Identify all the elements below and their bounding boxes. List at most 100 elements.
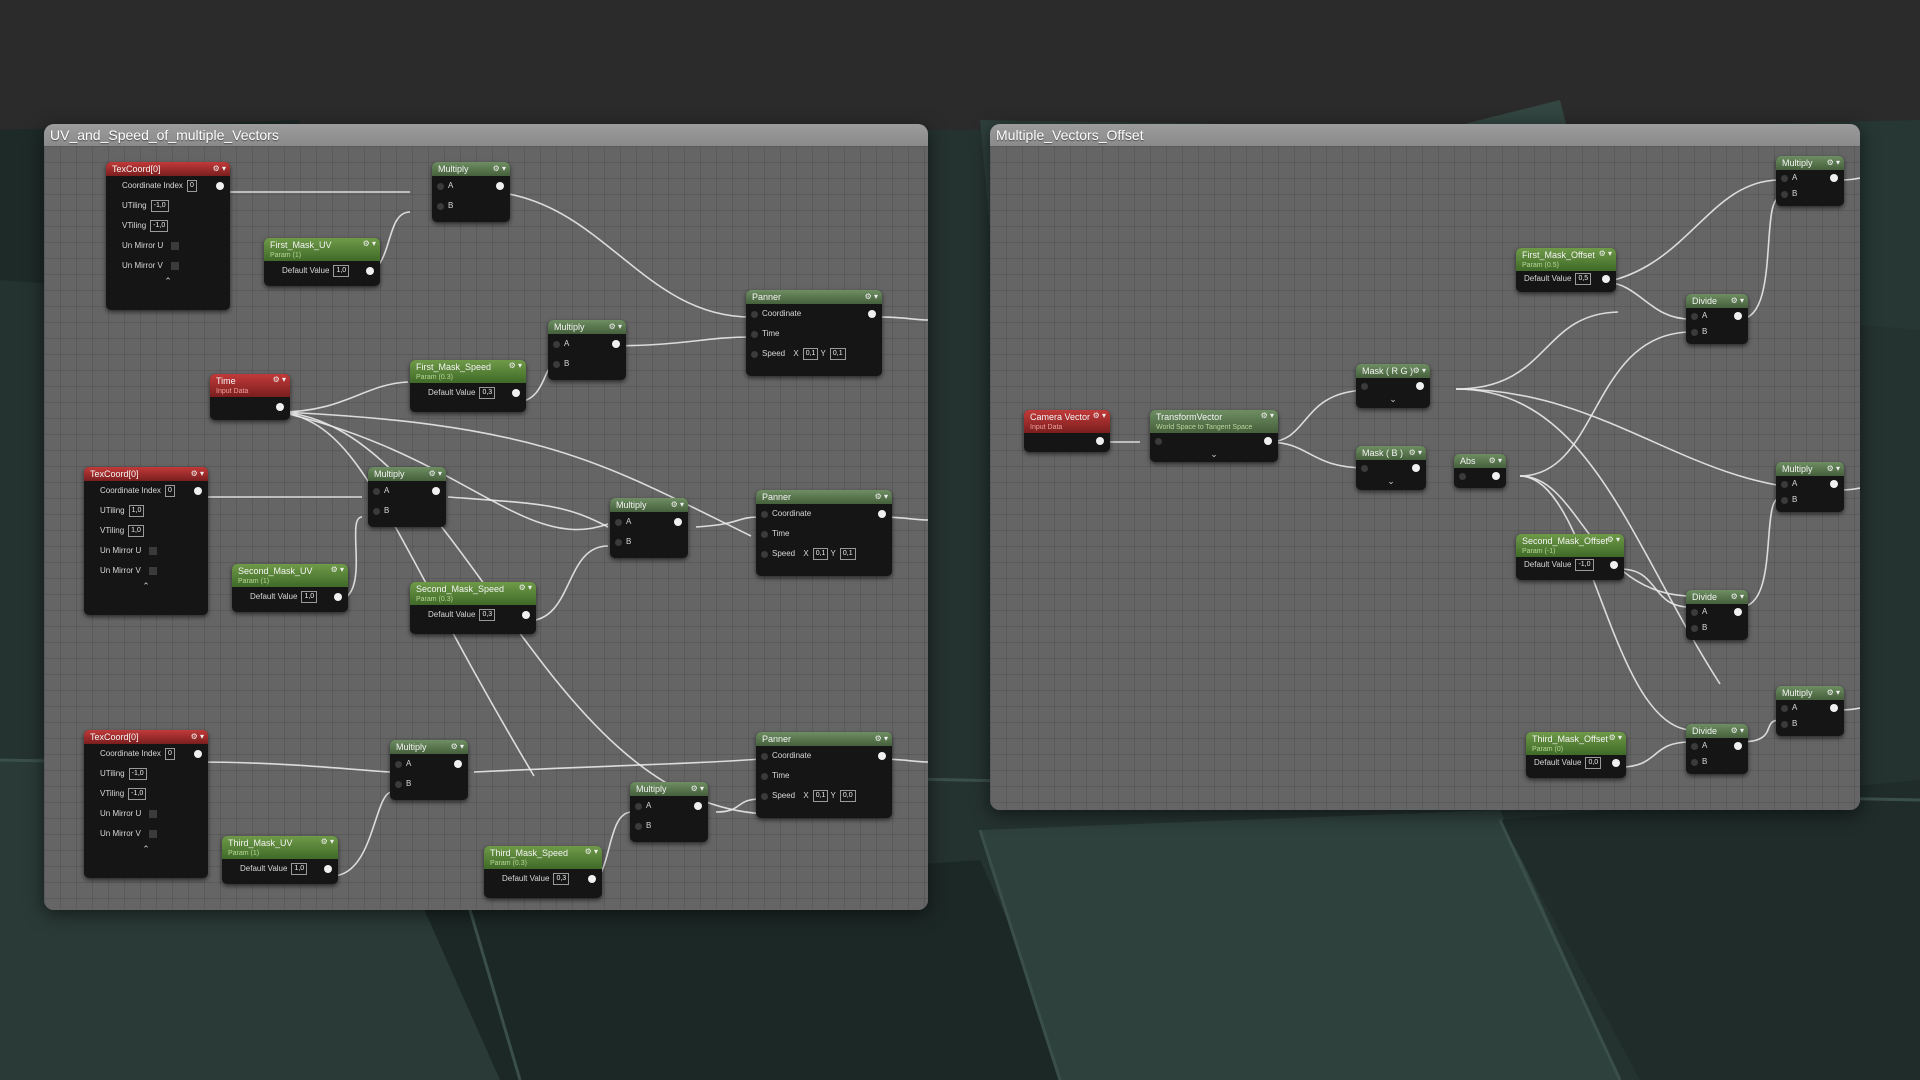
input-pin-b[interactable] (1781, 720, 1788, 728)
output-pin[interactable] (1096, 437, 1104, 445)
input-pin-b[interactable] (373, 507, 380, 515)
multiply-node-3[interactable]: Multiply ⚙ ▾ A B (368, 467, 446, 527)
time-node-header[interactable]: Time Input Data ⚙ ▾ (210, 374, 290, 397)
output-pin[interactable] (1612, 759, 1620, 767)
multiply-node-3-header[interactable]: Multiply ⚙ ▾ (368, 467, 446, 481)
multiply-node-1-header[interactable]: Multiply ⚙ ▾ (432, 162, 510, 176)
coordinate-index-field[interactable]: 0 (164, 484, 175, 497)
output-pin[interactable] (432, 487, 440, 495)
node-options-icon[interactable]: ⚙ ▾ (429, 467, 442, 481)
time-node[interactable]: Time Input Data ⚙ ▾ (210, 374, 290, 420)
un-mirror-u-checkbox[interactable] (149, 546, 158, 555)
output-pin[interactable] (366, 267, 374, 275)
input-pin-a[interactable] (635, 802, 642, 810)
utiling-field[interactable]: -1,0 (128, 767, 147, 780)
output-pin[interactable] (1412, 464, 1420, 472)
offset-multiply-node-3[interactable]: Multiply ⚙ ▾ A B (1776, 686, 1844, 736)
node-options-icon[interactable]: ⚙ ▾ (1731, 724, 1744, 738)
third-mask-uv-node[interactable]: Third_Mask_UV Param (1) ⚙ ▾ Default Value 1… (222, 836, 338, 884)
input-pin-b[interactable] (1781, 496, 1788, 504)
output-pin[interactable] (1416, 382, 1424, 390)
node-options-icon[interactable]: ⚙ ▾ (865, 290, 878, 304)
default-value-field[interactable]: 1,0 (333, 264, 350, 277)
input-pin[interactable] (1361, 382, 1368, 390)
output-pin[interactable] (216, 182, 224, 190)
first-mask-uv-header[interactable]: First_Mask_UV Param (1) ⚙ ▾ (264, 238, 380, 261)
panner-node-2-header[interactable]: Panner ⚙ ▾ (756, 490, 892, 504)
output-pin[interactable] (868, 310, 876, 318)
input-pin[interactable] (1459, 472, 1466, 480)
node-options-icon[interactable]: ⚙ ▾ (519, 582, 532, 594)
speed-x-field[interactable]: 0,1 (812, 547, 829, 560)
first-mask-speed-node[interactable]: First_Mask_Speed Param (0.3) ⚙ ▾ Default V… (410, 360, 526, 412)
transform-vector-node[interactable]: TransformVector World Space to Tangent Sp… (1150, 410, 1278, 462)
camera-vector-header[interactable]: Camera Vector Input Data ⚙ ▾ (1024, 410, 1110, 433)
node-options-icon[interactable]: ⚙ ▾ (691, 782, 704, 796)
output-pin[interactable] (588, 875, 596, 883)
node-options-icon[interactable]: ⚙ ▾ (1489, 454, 1502, 468)
node-options-icon[interactable]: ⚙ ▾ (1827, 462, 1840, 476)
second-mask-uv-node[interactable]: Second_Mask_UV Param (1) ⚙ ▾ Default Value… (232, 564, 348, 612)
node-options-icon[interactable]: ⚙ ▾ (1599, 248, 1612, 260)
transform-vector-header[interactable]: TransformVector World Space to Tangent Sp… (1150, 410, 1278, 433)
node-options-icon[interactable]: ⚙ ▾ (875, 490, 888, 504)
multiply-node-4[interactable]: Multiply ⚙ ▾ A B (610, 498, 688, 558)
second-mask-uv-header[interactable]: Second_Mask_UV Param (1) ⚙ ▾ (232, 564, 348, 587)
texcoord-node-3[interactable]: TexCoord[0] ⚙ ▾ Coordinate Index 0 UTiling… (84, 730, 208, 878)
node-options-icon[interactable]: ⚙ ▾ (363, 238, 376, 250)
un-mirror-u-checkbox[interactable] (149, 809, 158, 818)
speed-x-field[interactable]: 0,1 (812, 789, 829, 802)
node-options-icon[interactable]: ⚙ ▾ (321, 836, 334, 848)
panner-node-1[interactable]: Panner ⚙ ▾ Coordinate Time Speed X 0,1 Y 0,… (746, 290, 882, 376)
mask-rg-node[interactable]: Mask ( R G ) ⚙ ▾ ⌄ (1356, 364, 1430, 408)
node-options-icon[interactable]: ⚙ ▾ (191, 730, 204, 744)
coordinate-pin[interactable] (761, 510, 768, 518)
input-pin-b[interactable] (437, 202, 444, 210)
input-pin-a[interactable] (1781, 480, 1788, 488)
node-options-icon[interactable]: ⚙ ▾ (1409, 446, 1422, 460)
multiply-node-5-header[interactable]: Multiply ⚙ ▾ (390, 740, 468, 754)
divide-node-2-header[interactable]: Divide ⚙ ▾ (1686, 590, 1748, 604)
offset-multiply-node-2-header[interactable]: Multiply ⚙ ▾ (1776, 462, 1844, 476)
multiply-node-1[interactable]: Multiply ⚙ ▾ A B (432, 162, 510, 222)
speed-pin[interactable] (761, 550, 768, 558)
vtiling-field[interactable]: -1,0 (128, 787, 147, 800)
node-options-icon[interactable]: ⚙ ▾ (1093, 410, 1106, 422)
offset-multiply-node-3-header[interactable]: Multiply ⚙ ▾ (1776, 686, 1844, 700)
output-pin[interactable] (194, 750, 202, 758)
first-mask-uv-node[interactable]: First_Mask_UV Param (1) ⚙ ▾ Default Value 1… (264, 238, 380, 286)
expand-chevron-icon[interactable]: ⌄ (1356, 476, 1426, 488)
input-pin-b[interactable] (553, 360, 560, 368)
panner-node-1-header[interactable]: Panner ⚙ ▾ (746, 290, 882, 304)
output-pin[interactable] (694, 802, 702, 810)
second-mask-offset-header[interactable]: Second_Mask_Offset Param (-1) ⚙ ▾ (1516, 534, 1624, 557)
output-pin[interactable] (1492, 472, 1500, 480)
texcoord-node-1[interactable]: TexCoord[0] ⚙ ▾ Coordinate Index 0 UTiling… (106, 162, 230, 310)
output-pin[interactable] (612, 340, 620, 348)
output-pin[interactable] (512, 389, 520, 397)
output-pin[interactable] (878, 752, 886, 760)
vtiling-field[interactable]: -1,0 (150, 219, 169, 232)
offset-multiply-node-2[interactable]: Multiply ⚙ ▾ A B (1776, 462, 1844, 512)
node-options-icon[interactable]: ⚙ ▾ (451, 740, 464, 754)
texcoord-node-2-header[interactable]: TexCoord[0] ⚙ ▾ (84, 467, 208, 481)
speed-pin[interactable] (751, 350, 758, 358)
coordinate-index-field[interactable]: 0 (186, 179, 197, 192)
abs-header[interactable]: Abs ⚙ ▾ (1454, 454, 1506, 468)
default-value-field[interactable]: 1,0 (301, 590, 318, 603)
input-pin-a[interactable] (553, 340, 560, 348)
offset-multiply-node-1-header[interactable]: Multiply ⚙ ▾ (1776, 156, 1844, 170)
speed-pin[interactable] (761, 792, 768, 800)
output-pin[interactable] (1734, 742, 1742, 750)
output-pin[interactable] (878, 510, 886, 518)
collapse-chevron-icon[interactable]: ⌃ (84, 581, 208, 593)
mask-b-node[interactable]: Mask ( B ) ⚙ ▾ ⌄ (1356, 446, 1426, 490)
right-graph-panel[interactable]: Multiple_Vectors_Offset Camera Vector Inp… (990, 124, 1860, 810)
divide-node-2[interactable]: Divide ⚙ ▾ A B (1686, 590, 1748, 640)
first-mask-offset-header[interactable]: First_Mask_Offset Param (0.5) ⚙ ▾ (1516, 248, 1616, 271)
output-pin[interactable] (1734, 608, 1742, 616)
speed-y-field[interactable]: 0,0 (839, 789, 856, 802)
multiply-node-6[interactable]: Multiply ⚙ ▾ A B (630, 782, 708, 842)
input-pin-b[interactable] (635, 822, 642, 830)
output-pin[interactable] (324, 865, 332, 873)
